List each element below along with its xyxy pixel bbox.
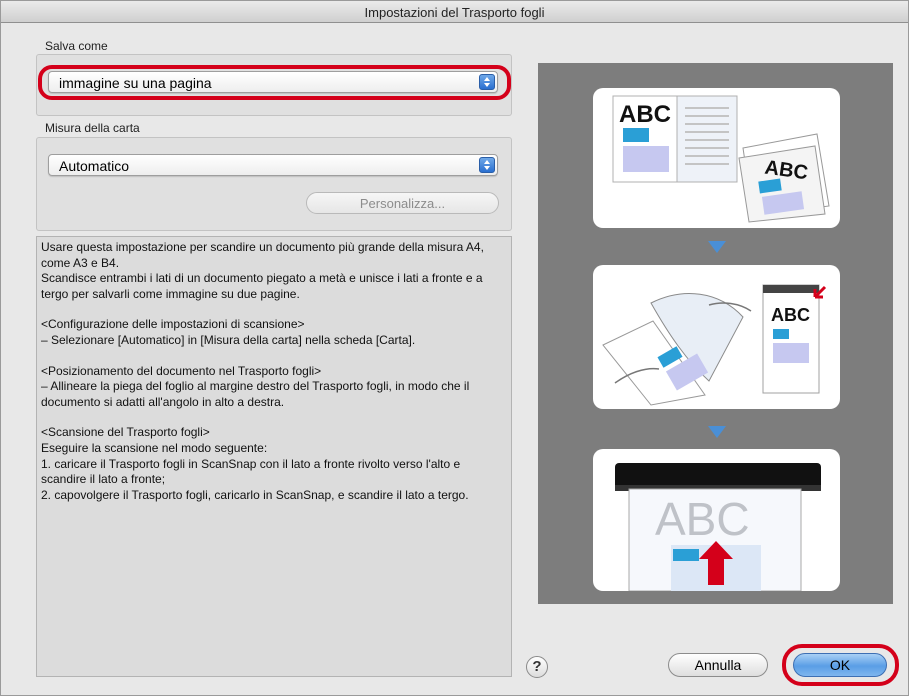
description-line: – Allineare la piega del foglio al margi… xyxy=(41,379,473,409)
down-arrow-icon xyxy=(708,241,726,253)
description-line: <Configurazione delle impostazioni di sc… xyxy=(41,317,305,332)
step3-text: ABC xyxy=(655,493,750,545)
highlight-save-as xyxy=(38,65,511,100)
highlight-ok xyxy=(782,644,899,686)
title-bar[interactable]: Impostazioni del Trasporto fogli xyxy=(1,1,908,23)
description-panel: Usare questa impostazione per scandire u… xyxy=(36,236,512,677)
description-line: – Selezionare [Automatico] in [Misura de… xyxy=(41,332,416,347)
customize-button[interactable]: Personalizza... xyxy=(306,192,499,214)
cancel-button[interactable]: Annulla xyxy=(668,653,768,677)
description-line: Scandisce entrambi i lati di un document… xyxy=(41,271,486,301)
step1-card: ABC ABC xyxy=(593,88,840,228)
description-line: <Scansione del Trasporto fogli> xyxy=(41,425,210,440)
description-line: Usare questa impostazione per scandire u… xyxy=(41,240,488,270)
paper-size-group xyxy=(36,137,512,231)
description-line: 2. capovolgere il Trasporto fogli, caric… xyxy=(41,487,469,502)
dialog-window: Impostazioni del Trasporto fogli Salva c… xyxy=(0,0,909,696)
down-arrow-icon xyxy=(708,426,726,438)
customize-button-label: Personalizza... xyxy=(359,196,446,211)
step2-card: ABC xyxy=(593,265,840,409)
step1-left-text: ABC xyxy=(619,101,671,128)
paper-size-select[interactable]: Automatico xyxy=(48,154,498,176)
description-line: 1. caricare il Trasporto fogli in ScanSn… xyxy=(41,456,464,487)
description-line: Eseguire la scansione nel modo seguente: xyxy=(41,440,268,455)
step3-card: ABC xyxy=(593,449,840,591)
description-line: <Posizionamento del documento nel Traspo… xyxy=(41,363,322,378)
window-title: Impostazioni del Trasporto fogli xyxy=(364,5,545,20)
popup-arrows-icon xyxy=(479,157,495,173)
save-as-label: Salva come xyxy=(45,39,108,53)
paper-size-value: Automatico xyxy=(59,158,130,174)
help-button[interactable]: ? xyxy=(526,656,548,678)
paper-size-label: Misura della carta xyxy=(45,121,140,135)
illustration-panel: ABC ABC ABC ABC xyxy=(538,63,893,604)
step2-text: ABC xyxy=(771,305,810,325)
